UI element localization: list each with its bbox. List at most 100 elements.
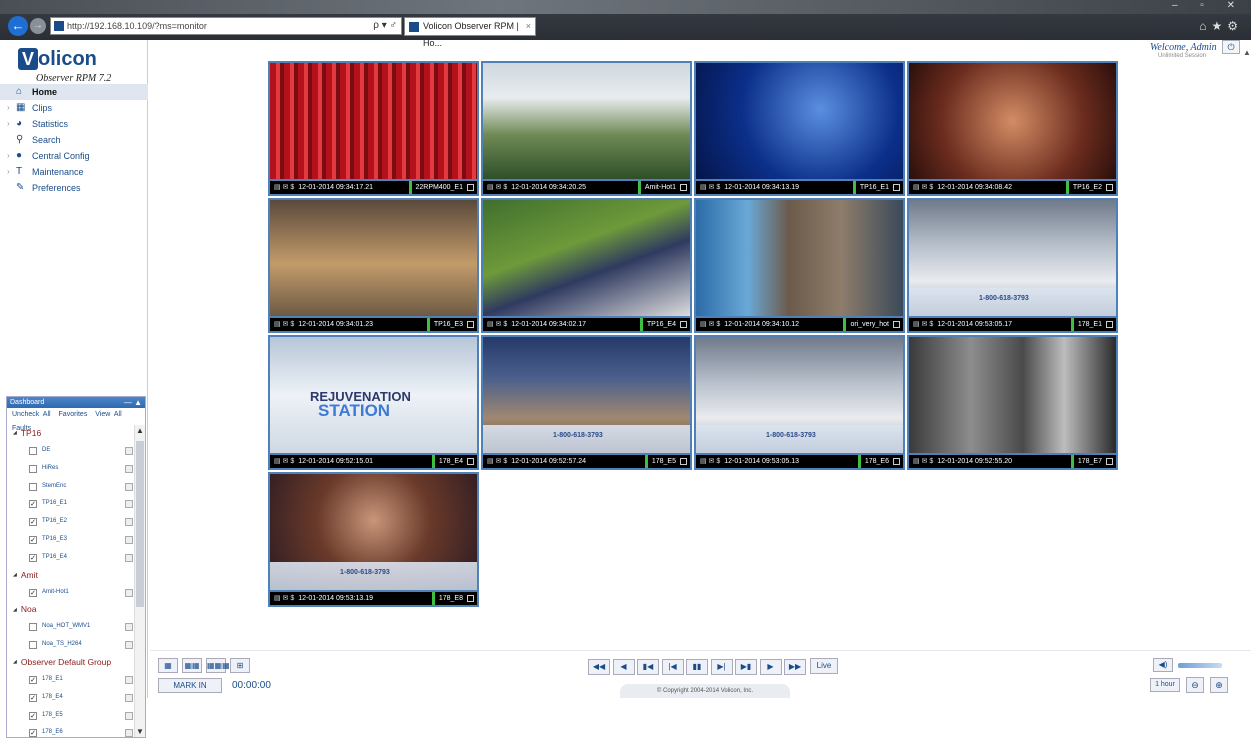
zoom-out-button[interactable]: ⊖ <box>1186 677 1204 693</box>
logout-button[interactable]: ⏻ <box>1222 40 1240 54</box>
channel-checkbox[interactable]: ✓ <box>29 500 37 509</box>
nav-item-maintenance[interactable]: › T Maintenance <box>0 164 148 180</box>
channel-checkbox[interactable]: ✓ <box>29 711 37 720</box>
tile-tool-icons[interactable]: ▤ ✉ $ <box>274 458 294 465</box>
snapshot-icon[interactable] <box>680 321 687 328</box>
video-thumbnail[interactable]: REJUVENATION STATION <box>270 337 477 453</box>
channel-label[interactable]: TP16_E1 <box>42 495 67 513</box>
channel-monitor-icon[interactable] <box>125 535 133 544</box>
zoom-in-button[interactable]: ⊕ <box>1210 677 1228 693</box>
tile-tool-icons[interactable]: ▤ ✉ $ <box>913 184 933 191</box>
browser-toolbar-icons[interactable]: ⌂★⚙ <box>1199 19 1243 33</box>
step-back-button[interactable]: |◀ <box>661 659 684 675</box>
expand-arrow-icon[interactable]: › <box>7 148 10 164</box>
channel-tile[interactable]: ▤ ✉ $ 12-01-2014 09:34:17.21 22RPM400_E1 <box>268 61 479 196</box>
channel-monitor-icon[interactable] <box>125 641 133 650</box>
channel-group[interactable]: Observer Default Group <box>7 654 135 671</box>
channel-tile[interactable]: ▤ ✉ $ 12-01-2014 09:34:13.19 TP16_E1 <box>694 61 905 196</box>
channel-tile[interactable]: ▤ ✉ $ 12-01-2014 09:34:02.17 TP16_E4 <box>481 198 692 333</box>
layout-2-icon[interactable]: ▦▦ <box>182 658 202 673</box>
layout-4-icon[interactable]: ⊞ <box>230 658 250 673</box>
volume-slider[interactable] <box>1178 663 1222 668</box>
channel-checkbox[interactable]: ✓ <box>29 729 37 738</box>
channel-tile[interactable]: 1-800-618-3793 ▤ ✉ $ 12-01-2014 09:52:57.2… <box>481 335 692 470</box>
tile-tool-icons[interactable]: ▤ ✉ $ <box>274 595 294 602</box>
channel-label[interactable]: Noa_HOT_WMV1 <box>42 618 90 636</box>
tab-close-icon[interactable]: × <box>526 18 531 35</box>
video-thumbnail[interactable] <box>909 337 1116 453</box>
channel-checkbox[interactable]: ✓ <box>29 588 37 597</box>
layout-1-icon[interactable]: ▦ <box>158 658 178 673</box>
channel-label[interactable]: TP16_E4 <box>42 549 67 567</box>
video-thumbnail[interactable] <box>270 200 477 316</box>
tile-tool-icons[interactable]: ▤ ✉ $ <box>487 184 507 191</box>
tile-tool-icons[interactable]: ▤ ✉ $ <box>274 321 294 328</box>
snapshot-icon[interactable] <box>680 458 687 465</box>
channel-monitor-icon[interactable] <box>125 464 133 473</box>
nav-item-clips[interactable]: › ▦ Clips <box>0 100 148 116</box>
channel-group[interactable]: Amit <box>7 567 135 584</box>
channel-tile[interactable]: ▤ ✉ $ 12-01-2014 09:34:01.23 TP16_E3 <box>268 198 479 333</box>
time-range-button[interactable]: 1 hour <box>1150 678 1180 692</box>
channel-monitor-icon[interactable] <box>125 553 133 562</box>
channel-checkbox[interactable]: ✓ <box>29 535 37 544</box>
channel-label[interactable]: 178_E6 <box>42 724 63 742</box>
snapshot-icon[interactable] <box>893 458 900 465</box>
nav-item-search[interactable]: ⚲ Search <box>0 132 148 148</box>
channel-group[interactable]: TP16 <box>7 425 135 442</box>
tile-tool-icons[interactable]: ▤ ✉ $ <box>274 184 294 191</box>
channel-tile[interactable]: ▤ ✉ $ 12-01-2014 09:34:10.12 ori_very_hot <box>694 198 905 333</box>
dashboard-scrollbar[interactable]: ▲ ▼ <box>134 425 145 737</box>
video-thumbnail[interactable] <box>696 200 903 316</box>
layout-3-icon[interactable]: ▦▦▦ <box>206 658 230 673</box>
live-button[interactable]: Live <box>810 658 838 674</box>
channel-tile[interactable]: REJUVENATION STATION ▤ ✉ $ 12-01-2014 09:52… <box>268 335 479 470</box>
channel-label[interactable]: Amit-Hot1 <box>42 584 69 602</box>
scroll-down-icon[interactable]: ▼ <box>136 727 144 736</box>
channel-checkbox[interactable] <box>29 464 37 473</box>
channel-tile[interactable]: ▤ ✉ $ 12-01-2014 09:34:08.42 TP16_E2 <box>907 61 1118 196</box>
video-thumbnail[interactable] <box>909 63 1116 179</box>
nav-item-home[interactable]: ⌂ Home <box>0 84 148 100</box>
channel-label[interactable]: Noa_TS_H264 <box>42 636 82 654</box>
video-thumbnail[interactable] <box>483 200 690 316</box>
video-thumbnail[interactable]: 1-800-618-3793 <box>483 337 690 453</box>
nav-item-central-config[interactable]: › ● Central Config <box>0 148 148 164</box>
channel-monitor-icon[interactable] <box>125 675 133 684</box>
channel-monitor-icon[interactable] <box>125 500 133 509</box>
channel-checkbox[interactable]: ✓ <box>29 553 37 562</box>
nav-item-statistics[interactable]: › ◕ Statistics <box>0 116 148 132</box>
back-button[interactable]: ← <box>8 16 28 36</box>
tile-tool-icons[interactable]: ▤ ✉ $ <box>700 321 720 328</box>
snapshot-icon[interactable] <box>1106 184 1113 191</box>
snapshot-icon[interactable] <box>1106 321 1113 328</box>
browser-tab[interactable]: Volicon Observer RPM | Ho... × <box>404 17 536 48</box>
channel-tile[interactable]: 1-800-618-3793 ▤ ✉ $ 12-01-2014 09:53:05.1… <box>907 198 1118 333</box>
rewind-fast-button[interactable]: ◀◀ <box>588 659 610 675</box>
channel-tile[interactable]: 1-800-618-3793 ▤ ✉ $ 12-01-2014 09:53:13.1… <box>268 472 479 607</box>
channel-monitor-icon[interactable] <box>125 623 133 632</box>
prev-mark-button[interactable]: ▮◀ <box>637 659 659 675</box>
video-thumbnail[interactable]: 1-800-618-3793 <box>270 474 477 590</box>
tile-tool-icons[interactable]: ▤ ✉ $ <box>913 458 933 465</box>
channel-monitor-icon[interactable] <box>125 482 133 491</box>
channel-monitor-icon[interactable] <box>125 711 133 720</box>
channel-label[interactable]: TP16_E3 <box>42 531 67 549</box>
tile-tool-icons[interactable]: ▤ ✉ $ <box>913 321 933 328</box>
nav-item-preferences[interactable]: ✎ Preferences <box>0 180 148 196</box>
expand-arrow-icon[interactable]: › <box>7 164 10 180</box>
tile-tool-icons[interactable]: ▤ ✉ $ <box>700 184 720 191</box>
tile-tool-icons[interactable]: ▤ ✉ $ <box>487 458 507 465</box>
forward-button[interactable]: → <box>30 18 46 34</box>
expand-arrow-icon[interactable]: › <box>7 116 10 132</box>
volume-button[interactable]: ◀) <box>1153 658 1173 672</box>
snapshot-icon[interactable] <box>467 184 474 191</box>
video-thumbnail[interactable] <box>270 63 477 179</box>
fast-forward-button[interactable]: ▶▶ <box>784 659 806 675</box>
channel-monitor-icon[interactable] <box>125 518 133 527</box>
channel-label[interactable]: TP16_E2 <box>42 513 67 531</box>
channel-label[interactable]: HiRes <box>42 460 58 478</box>
expand-arrow-icon[interactable]: › <box>7 100 10 116</box>
video-thumbnail[interactable] <box>696 63 903 179</box>
channel-checkbox[interactable] <box>29 623 37 632</box>
